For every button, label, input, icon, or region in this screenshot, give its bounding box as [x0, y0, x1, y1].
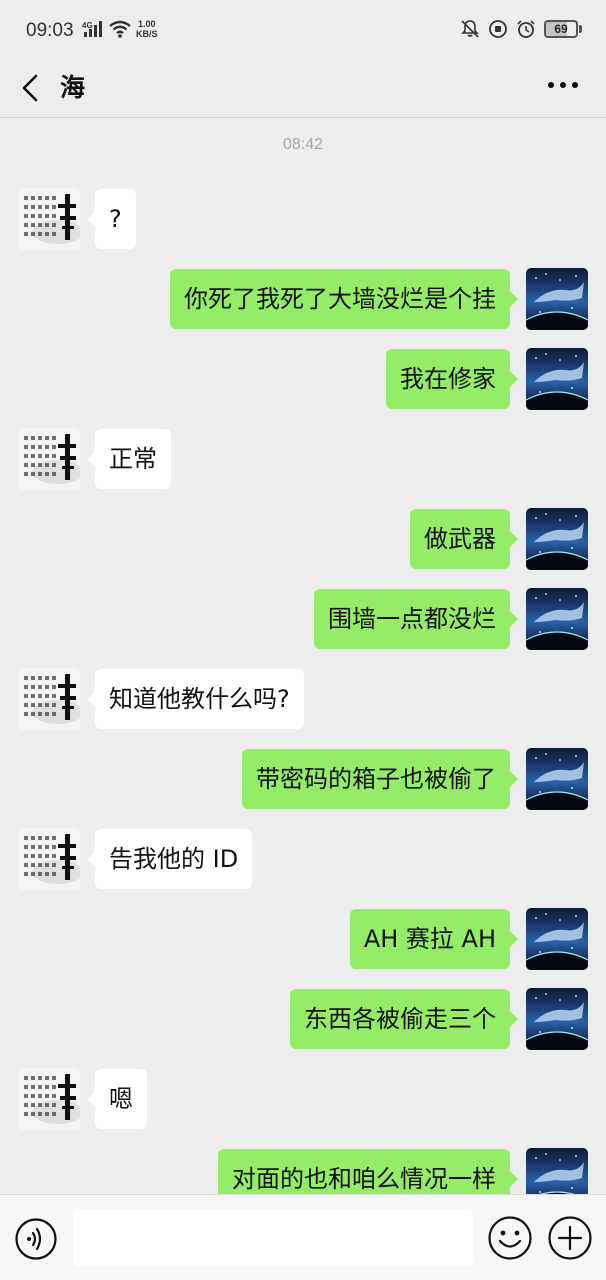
speed-value: 1.00 — [137, 19, 156, 29]
alarm-icon — [517, 20, 535, 38]
message-row-incoming: 告我他的 ID — [0, 828, 606, 890]
my-avatar[interactable] — [526, 268, 588, 330]
plus-icon[interactable] — [547, 1215, 593, 1261]
message-input[interactable] — [73, 1209, 473, 1267]
status-bar: 09:03 4G 1.00 KB/S 69 — [0, 0, 606, 62]
battery-icon: 69 — [544, 20, 578, 38]
signal-icon: 4G — [82, 21, 102, 37]
contact-avatar[interactable] — [18, 428, 80, 490]
battery-level: 69 — [554, 22, 568, 36]
message-row-incoming: 知道他教什么吗? — [0, 668, 606, 730]
outgoing-message-bubble[interactable]: 东西各被偷走三个 — [290, 989, 518, 1049]
outgoing-message-bubble[interactable]: 我在修家 — [386, 349, 518, 409]
outgoing-message-bubble[interactable]: 对面的也和咱么情况一样 — [218, 1149, 518, 1194]
message-row-outgoing: 带密码的箱子也被偷了 — [0, 748, 606, 810]
my-avatar[interactable] — [526, 588, 588, 650]
my-avatar[interactable] — [526, 348, 588, 410]
chevron-left-icon[interactable] — [18, 70, 46, 106]
incoming-message-bubble[interactable]: ? — [87, 189, 136, 249]
outgoing-message-bubble[interactable]: AH 赛拉 AH — [349, 909, 519, 969]
wifi-icon — [109, 20, 131, 38]
message-row-outgoing: 东西各被偷走三个 — [0, 988, 606, 1050]
message-list[interactable]: 08:42 ? 你死了我死了大墙没烂是个挂我在修家正常做武器围墙一点都没烂 知道他教… — [0, 118, 606, 1194]
speed-unit: KB/S — [136, 29, 158, 39]
outgoing-message-bubble[interactable]: 围墙一点都没烂 — [314, 589, 518, 649]
incoming-message-bubble[interactable]: 正常 — [87, 429, 171, 489]
outgoing-message-bubble[interactable]: 带密码的箱子也被偷了 — [242, 749, 518, 809]
my-avatar[interactable] — [526, 908, 588, 970]
battery-cap — [579, 25, 582, 33]
status-time: 09:03 — [26, 20, 74, 41]
message-row-outgoing: 围墙一点都没烂 — [0, 588, 606, 650]
incoming-message-bubble[interactable]: 嗯 — [87, 1069, 147, 1129]
input-bar — [0, 1194, 606, 1280]
my-avatar[interactable] — [526, 748, 588, 810]
voice-icon[interactable] — [14, 1217, 58, 1261]
message-row-outgoing: 做武器 — [0, 508, 606, 570]
contact-avatar[interactable] — [18, 668, 80, 730]
message-row-incoming: 正常 — [0, 428, 606, 490]
outgoing-message-bubble[interactable]: 做武器 — [410, 509, 518, 569]
network-type: 4G — [82, 21, 93, 30]
mute-bell-icon — [461, 20, 479, 38]
incoming-message-bubble[interactable]: 告我他的 ID — [86, 829, 253, 889]
contact-avatar[interactable] — [18, 188, 80, 250]
message-row-outgoing: 对面的也和咱么情况一样 — [0, 1148, 606, 1194]
outgoing-message-bubble[interactable]: 你死了我死了大墙没烂是个挂 — [170, 269, 518, 329]
message-row-incoming: ? — [0, 188, 606, 250]
chat-title: 海 — [60, 73, 86, 102]
my-avatar[interactable] — [526, 1148, 588, 1194]
network-speed: 1.00 KB/S — [136, 19, 158, 39]
message-row-incoming: 嗯 — [0, 1068, 606, 1130]
chat-header: 海 — [0, 62, 606, 118]
my-avatar[interactable] — [526, 988, 588, 1050]
message-timestamp: 08:42 — [282, 136, 324, 153]
message-row-outgoing: AH 赛拉 AH — [0, 908, 606, 970]
message-row-outgoing: 你死了我死了大墙没烂是个挂 — [0, 268, 606, 330]
incoming-message-bubble[interactable]: 知道他教什么吗? — [87, 669, 304, 729]
contact-avatar[interactable] — [18, 828, 80, 890]
my-avatar[interactable] — [526, 508, 588, 570]
emoji-icon[interactable] — [487, 1215, 533, 1261]
message-row-outgoing: 我在修家 — [0, 348, 606, 410]
more-dots-icon[interactable] — [546, 79, 580, 91]
contact-avatar[interactable] — [18, 1068, 80, 1130]
data-saver-icon — [489, 20, 507, 38]
